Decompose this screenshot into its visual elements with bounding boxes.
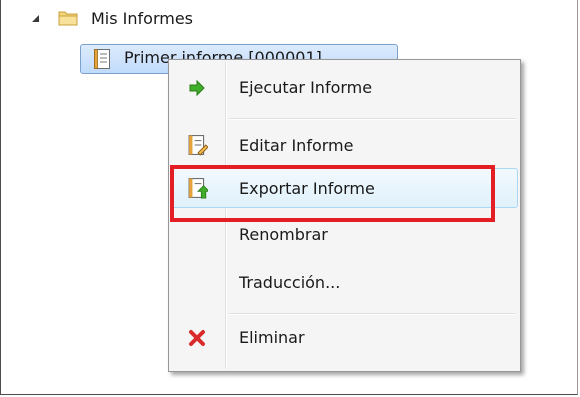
menu-item-label: Traducción... — [239, 273, 341, 292]
report-icon — [94, 49, 110, 69]
delete-x-icon — [189, 330, 205, 346]
menu-item-run-report[interactable]: Ejecutar Informe — [171, 68, 518, 108]
folder-icon — [58, 11, 78, 26]
run-arrow-icon — [189, 79, 205, 97]
menu-item-label: Ejecutar Informe — [239, 78, 373, 97]
folder-label[interactable]: Mis Informes — [91, 8, 193, 30]
menu-item-label: Editar Informe — [239, 136, 354, 155]
menu-separator — [229, 118, 516, 120]
menu-separator — [229, 313, 516, 315]
menu-item-delete[interactable]: Eliminar — [171, 318, 518, 358]
menu-item-translation[interactable]: Traducción... — [171, 263, 518, 303]
expanded-triangle-icon[interactable] — [32, 15, 39, 22]
menu-item-label: Eliminar — [239, 328, 305, 347]
edit-report-icon — [188, 135, 208, 156]
highlight-annotation — [170, 165, 495, 222]
menu-item-edit-report[interactable]: Editar Informe — [171, 126, 518, 166]
